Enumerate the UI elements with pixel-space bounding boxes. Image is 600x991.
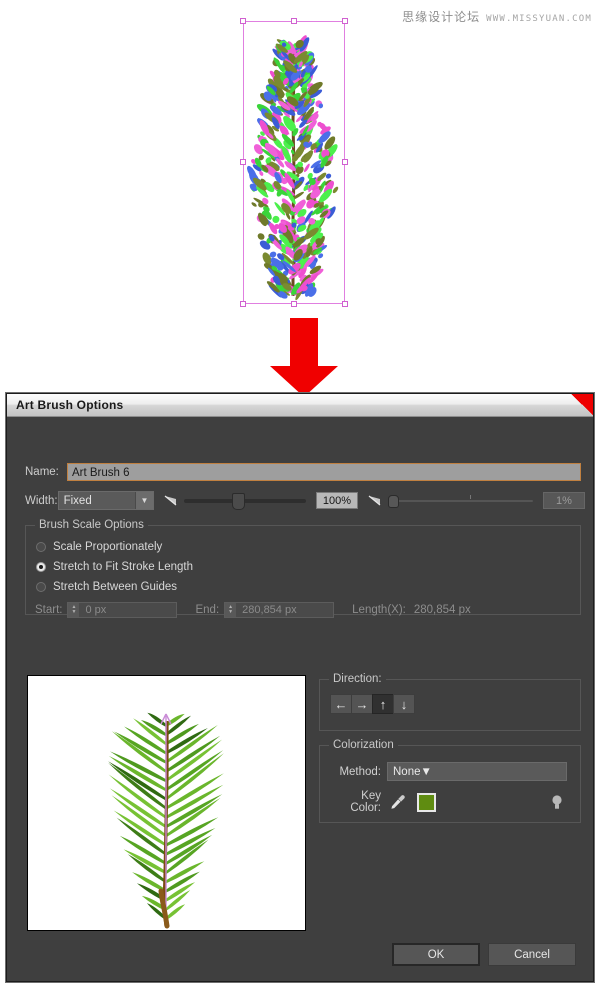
direction-group: Direction: ← → ↑ ↓ [319, 673, 581, 731]
length-value: 280,854 px [413, 604, 471, 616]
spinner-arrows-icon[interactable]: ▲ ▼ [225, 603, 238, 617]
width-slider-thumb[interactable] [232, 492, 245, 510]
arrow-left-icon: ← [334, 696, 348, 712]
slider-tick [470, 494, 471, 499]
name-label: Name: [25, 466, 59, 478]
radio-label: Stretch to Fit Stroke Length [53, 561, 193, 573]
selection-bounding-box [243, 21, 345, 304]
width-variation-icon [368, 494, 381, 506]
direction-legend: Direction: [329, 673, 386, 685]
brush-scale-legend: Brush Scale Options [35, 519, 148, 531]
tip-bulb-icon[interactable] [551, 794, 563, 811]
dialog-title: Art Brush Options [16, 398, 124, 412]
radio-scale-proportionately[interactable]: Scale Proportionately [36, 541, 580, 553]
start-value-field[interactable]: ▲ ▼ 0 px [67, 602, 178, 618]
width-taper-icon [164, 494, 177, 506]
width-mode-select[interactable]: Fixed ▼ [57, 491, 154, 510]
key-color-row: Key Color: [328, 790, 580, 814]
end-value: 280,854 px [242, 604, 297, 616]
arrow-up-icon: ↑ [379, 696, 387, 712]
start-value: 0 px [85, 604, 107, 616]
watermark: 思缘设计论坛 WWW.MISSYUAN.COM [402, 8, 592, 25]
artwork-selection[interactable] [240, 18, 348, 307]
end-label: End: [195, 604, 220, 616]
chevron-down-icon: ▼ [420, 765, 432, 778]
selection-handle-tc[interactable] [291, 18, 297, 24]
watermark-url: WWW.MISSYUAN.COM [486, 14, 592, 24]
watermark-chinese: 思缘设计论坛 [402, 10, 481, 24]
width-row: Width: Fixed ▼ 100% 1% [25, 491, 585, 510]
colorization-legend: Colorization [329, 739, 398, 751]
arrow-down-icon: ↓ [400, 696, 408, 712]
screenshot-root: 思缘设计论坛 WWW.MISSYUAN.COM Art Brush Option… [0, 0, 600, 991]
selection-handle-bc[interactable] [291, 301, 297, 307]
selection-handle-bl[interactable] [240, 301, 246, 307]
arrow-right-icon: → [355, 696, 369, 712]
direction-up-button[interactable]: ↑ [372, 694, 394, 714]
key-color-label: Key Color: [350, 790, 381, 814]
width-variation-group: 1% [368, 492, 585, 509]
width-value-field[interactable]: 100% [316, 492, 358, 509]
spinner-arrows-icon[interactable]: ▲ ▼ [68, 603, 81, 617]
cancel-button[interactable]: Cancel [488, 943, 576, 966]
selection-handle-mr[interactable] [342, 159, 348, 165]
ok-button[interactable]: OK [392, 943, 480, 966]
art-brush-options-dialog: Art Brush Options Name: Art Brush 6 Widt… [6, 393, 594, 982]
selection-handle-tr[interactable] [342, 18, 348, 24]
red-down-arrow-icon [270, 318, 338, 397]
radio-button-selected-icon [36, 562, 46, 572]
width-slider[interactable] [184, 492, 306, 510]
dialog-button-row: OK Cancel [392, 943, 576, 966]
radio-stretch-to-fit[interactable]: Stretch to Fit Stroke Length [36, 561, 580, 573]
width-label: Width: [25, 494, 58, 507]
selection-handle-tl[interactable] [240, 18, 246, 24]
width-slider-group: 100% [164, 492, 358, 510]
name-row: Name: Art Brush 6 [25, 463, 581, 481]
eyedropper-icon[interactable] [389, 794, 406, 811]
width-mode-value: Fixed [63, 494, 92, 507]
radio-label: Stretch Between Guides [53, 581, 178, 593]
direction-right-button[interactable]: → [351, 694, 373, 714]
direction-left-button[interactable]: ← [330, 694, 352, 714]
direction-buttons: ← → ↑ ↓ [330, 694, 580, 714]
radio-label: Scale Proportionately [53, 541, 163, 553]
brush-scale-options-group: Brush Scale Options Scale Proportionatel… [25, 519, 581, 618]
start-end-row: Start: ▲ ▼ 0 px End: ▲ ▼ 280,854 px Length… [35, 602, 580, 618]
key-color-swatch[interactable] [417, 792, 436, 812]
width-variation-field[interactable]: 1% [543, 492, 585, 509]
brush-preview-artwork [108, 712, 224, 929]
length-label: Length(X): [352, 604, 406, 616]
colorization-group: Colorization Method: None ▼ Key Color: [319, 739, 581, 823]
dialog-body: Name: Art Brush 6 Width: Fixed ▼ 100% 1%… [7, 417, 593, 983]
colorization-method-select[interactable]: None ▼ [387, 762, 567, 781]
dialog-titlebar: Art Brush Options [7, 394, 593, 417]
radio-stretch-between-guides[interactable]: Stretch Between Guides [36, 581, 580, 593]
width-variation-slider[interactable] [388, 494, 533, 508]
selection-handle-ml[interactable] [240, 159, 246, 165]
titlebar-red-corner [571, 394, 593, 415]
brush-preview [27, 675, 306, 931]
width-variation-thumb[interactable] [388, 494, 399, 508]
radio-button-icon [36, 582, 46, 592]
direction-down-button[interactable]: ↓ [393, 694, 415, 714]
chevron-down-icon: ▼ [135, 492, 153, 509]
start-label: Start: [35, 604, 63, 616]
radio-button-icon [36, 542, 46, 552]
end-value-field[interactable]: ▲ ▼ 280,854 px [224, 602, 335, 618]
method-row: Method: None ▼ [328, 762, 580, 781]
method-value: None [393, 765, 421, 778]
method-label: Method: [339, 765, 381, 778]
selection-handle-br[interactable] [342, 301, 348, 307]
brush-name-input[interactable]: Art Brush 6 [67, 463, 581, 481]
